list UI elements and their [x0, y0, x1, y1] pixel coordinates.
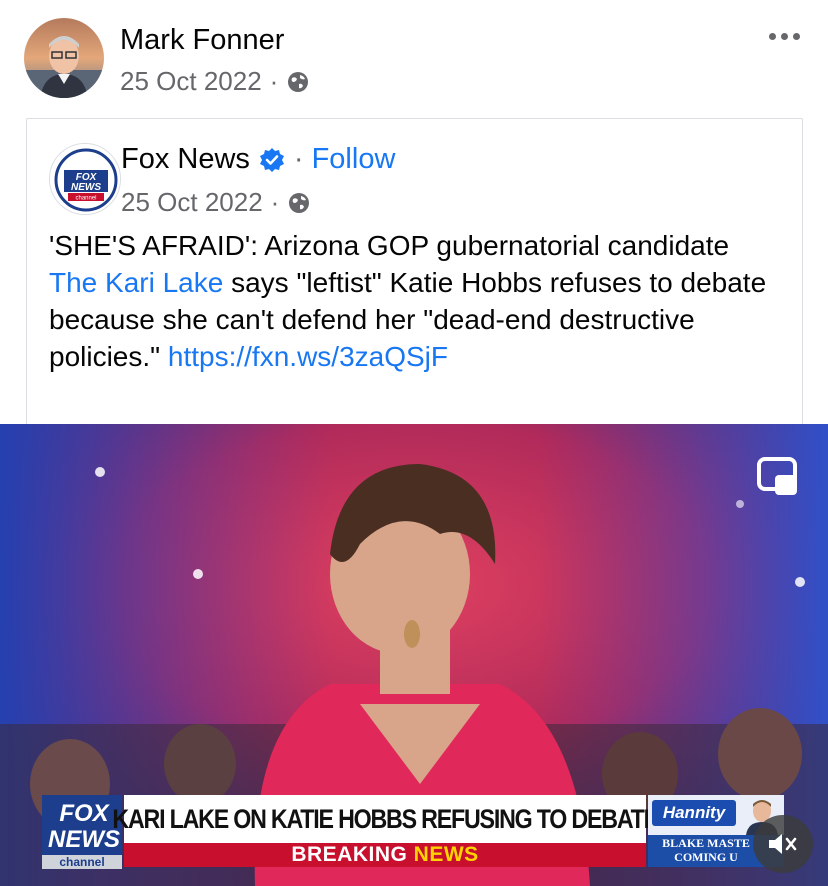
picture-in-picture-icon[interactable] [755, 455, 799, 499]
chyron-logo-line2: NEWS [48, 826, 120, 853]
hannity-logo: Hannity [652, 800, 736, 826]
speaker-muted-icon[interactable] [753, 815, 813, 873]
shared-post-date[interactable]: 25 Oct 2022 [121, 187, 263, 218]
page-name[interactable]: Fox News [121, 143, 250, 176]
follow-separator: · [293, 143, 304, 175]
follow-button[interactable]: Follow [312, 143, 396, 176]
globe-icon [287, 191, 311, 215]
breaking-news-text: BREAKING NEWS [291, 843, 478, 867]
verified-badge-icon [258, 146, 286, 174]
mention-link[interactable]: The Kari Lake [49, 267, 223, 298]
more-options-icon[interactable] [766, 24, 802, 48]
breaking-news-bar: BREAKING NEWS [124, 843, 646, 867]
shared-meta-separator: · [270, 187, 280, 217]
promo-line1: BLAKE MASTE [662, 836, 750, 850]
shared-post-card: FOX NEWS channel Fox News · Follow 25 Oc… [26, 118, 803, 428]
chyron-channel-tag: channel [42, 855, 122, 869]
article-link[interactable]: https://fxn.ws/3zaQSjF [168, 341, 448, 372]
shared-page-row: Fox News · Follow [121, 143, 395, 176]
news-word: NEWS [413, 843, 479, 866]
chyron-headline-bar: KARI LAKE ON KATIE HOBBS REFUSING TO DEB… [112, 795, 659, 843]
post-date[interactable]: 25 Oct 2022 [120, 66, 262, 97]
breaking-word: BREAKING [291, 843, 408, 866]
post-meta: 25 Oct 2022 · [120, 66, 310, 97]
post-text-part1: 'SHE'S AFRAID': Arizona GOP gubernatoria… [49, 230, 730, 261]
post-header: Mark Fonner 25 Oct 2022 · [0, 0, 828, 118]
fox-news-avatar[interactable]: FOX NEWS channel [49, 143, 121, 215]
fox-avatar-logo-line3: channel [75, 196, 96, 202]
meta-separator: · [269, 66, 279, 96]
post-text: 'SHE'S AFRAID': Arizona GOP gubernatoria… [49, 227, 779, 375]
chyron-headline: KARI LAKE ON KATIE HOBBS REFUSING TO DEB… [112, 803, 659, 834]
promo-line2: COMING U [674, 850, 738, 864]
chyron-logo-line1: FOX [59, 800, 110, 827]
promo-text: BLAKE MASTE COMING U [652, 836, 760, 864]
author-name[interactable]: Mark Fonner [120, 24, 284, 57]
fox-avatar-logo-line2: NEWS [71, 182, 101, 193]
author-avatar[interactable] [24, 18, 104, 98]
shared-post-meta: 25 Oct 2022 · [121, 187, 311, 218]
globe-icon [286, 70, 310, 94]
